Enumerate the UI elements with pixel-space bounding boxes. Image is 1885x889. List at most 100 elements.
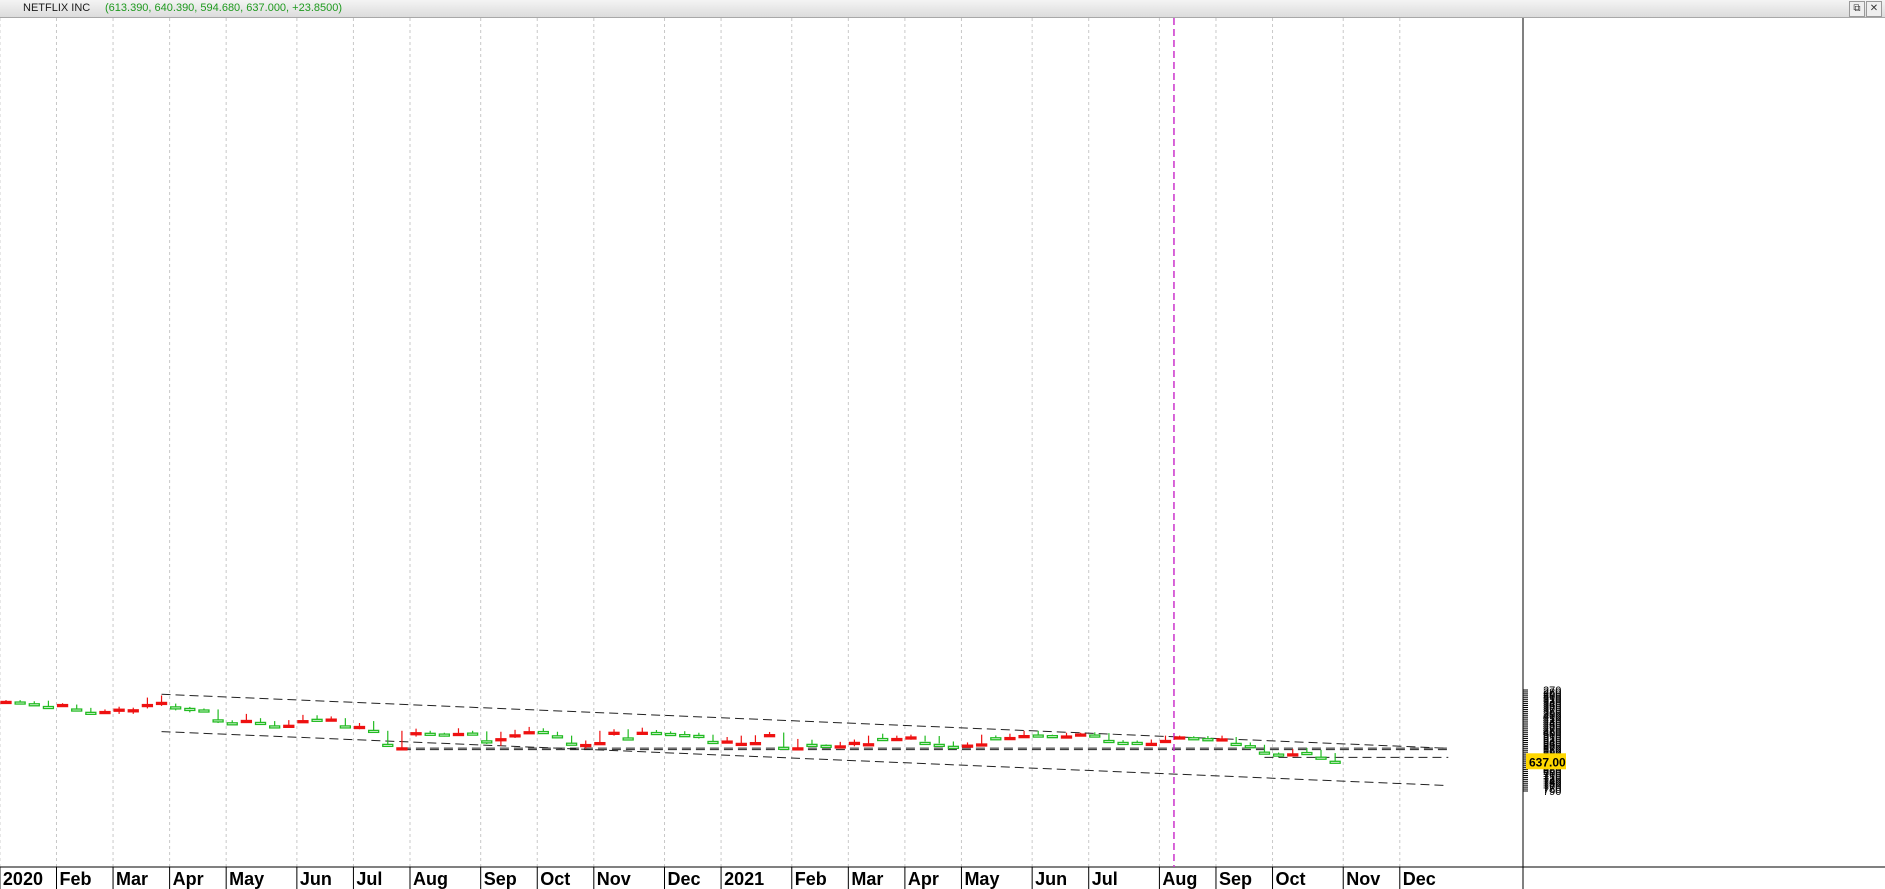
candle-body-down[interactable] — [283, 724, 295, 728]
candle-body-up[interactable] — [269, 725, 281, 729]
candle-body-down[interactable] — [56, 703, 69, 708]
candle-body-down[interactable] — [961, 744, 974, 748]
candle-body-down[interactable] — [580, 743, 592, 748]
candle-body-down[interactable] — [636, 731, 648, 735]
candle-body-down[interactable] — [0, 700, 12, 705]
candle-body-up[interactable] — [1103, 739, 1115, 744]
candle-body-down[interactable] — [1159, 739, 1172, 744]
candle-body-down[interactable] — [410, 732, 422, 736]
candle-body-up[interactable] — [382, 743, 394, 748]
candle-body-up[interactable] — [71, 708, 83, 712]
candle-body-up[interactable] — [367, 729, 380, 734]
candle-body-down[interactable] — [862, 743, 875, 747]
candle-body-down[interactable] — [1287, 753, 1299, 757]
candle-body-down[interactable] — [396, 747, 408, 751]
candle-body-up[interactable] — [693, 734, 705, 739]
candle-body-down[interactable] — [976, 743, 988, 747]
link-icon[interactable]: ⧉ — [1849, 1, 1865, 17]
candle-body-up[interactable] — [1329, 760, 1341, 764]
candle-body-up[interactable] — [212, 719, 224, 723]
candle-body-up[interactable] — [1117, 741, 1129, 746]
candle-body-up[interactable] — [1131, 741, 1143, 746]
candle-body-down[interactable] — [113, 708, 125, 712]
candle-body-down[interactable] — [452, 732, 465, 737]
candle-body-up[interactable] — [1258, 751, 1271, 755]
candle-body-down[interactable] — [891, 737, 903, 742]
candle-body-up[interactable] — [170, 706, 182, 710]
candle-body-down[interactable] — [1173, 736, 1186, 740]
candle-body-up[interactable] — [14, 701, 26, 705]
candle-body-down[interactable] — [749, 741, 762, 746]
x-tick-label: Nov — [1346, 869, 1380, 889]
candle-body-up[interactable] — [551, 735, 564, 739]
candle-body-up[interactable] — [1230, 742, 1242, 747]
candle-body-up[interactable] — [537, 730, 549, 735]
candle-body-down[interactable] — [141, 703, 154, 708]
candle-body-up[interactable] — [778, 746, 790, 750]
candle-body-up[interactable] — [466, 732, 479, 736]
candle-body-up[interactable] — [707, 740, 719, 745]
candle-body-down[interactable] — [155, 701, 168, 706]
candle-body-up[interactable] — [919, 741, 931, 746]
candle-body-up[interactable] — [933, 743, 945, 748]
candle-body-up[interactable] — [226, 722, 238, 726]
candle-body-up[interactable] — [947, 745, 960, 749]
candle-body-up[interactable] — [1301, 751, 1313, 756]
candle-body-up[interactable] — [438, 733, 450, 737]
candle-body-up[interactable] — [424, 732, 436, 736]
candle-body-up[interactable] — [1032, 734, 1044, 738]
candle-body-up[interactable] — [85, 711, 97, 715]
candle-body-down[interactable] — [325, 718, 337, 722]
candle-body-down[interactable] — [1060, 735, 1073, 739]
candle-body-up[interactable] — [820, 744, 832, 749]
candle-body-down[interactable] — [99, 710, 111, 715]
candle-body-down[interactable] — [1216, 738, 1228, 742]
candle-body-down[interactable] — [127, 709, 139, 713]
candle-body-down[interactable] — [1145, 742, 1157, 747]
candle-body-down[interactable] — [905, 736, 917, 740]
candle-body-down[interactable] — [1004, 736, 1016, 741]
candle-body-up[interactable] — [650, 731, 663, 736]
close-icon[interactable]: ✕ — [1866, 1, 1882, 17]
candle-body-up[interactable] — [184, 707, 196, 712]
candle-body-down[interactable] — [594, 741, 606, 746]
candle-body-down[interactable] — [1074, 733, 1087, 737]
candle-body-up[interactable] — [481, 740, 493, 744]
candle-body-down[interactable] — [848, 741, 861, 746]
candle-body-up[interactable] — [664, 732, 677, 737]
candle-body-down[interactable] — [523, 731, 535, 735]
candle-body-up[interactable] — [679, 734, 691, 738]
candle-body-down[interactable] — [353, 725, 366, 730]
candle-body-up[interactable] — [806, 743, 818, 748]
candle-body-down[interactable] — [240, 719, 253, 724]
candle-body-up[interactable] — [28, 703, 40, 707]
candle-body-down[interactable] — [297, 720, 309, 724]
candle-body-up[interactable] — [877, 737, 889, 742]
candle-body-up[interactable] — [1046, 734, 1059, 739]
candle-body-up[interactable] — [254, 721, 267, 726]
candle-body-down[interactable] — [834, 745, 846, 749]
candle-body-up[interactable] — [990, 737, 1002, 741]
candle-body-down[interactable] — [721, 740, 733, 744]
candle-body-up[interactable] — [1272, 753, 1285, 757]
candle-body-up[interactable] — [1188, 737, 1200, 741]
candle-body-up[interactable] — [339, 725, 352, 729]
candle-body-up[interactable] — [1244, 745, 1256, 749]
candle-body-up[interactable] — [1315, 756, 1327, 760]
candle-body-up[interactable] — [198, 709, 210, 713]
candle-body-up[interactable] — [1089, 734, 1101, 738]
candle-body-down[interactable] — [1018, 734, 1030, 739]
candle-body-up[interactable] — [42, 705, 55, 710]
candle-body-up[interactable] — [622, 737, 634, 741]
candle-body-down[interactable] — [735, 742, 747, 747]
candle-body-up[interactable] — [311, 718, 323, 722]
plot-area[interactable] — [0, 18, 1523, 867]
candle-body-down[interactable] — [509, 734, 521, 738]
candlestick-chart[interactable]: 2702802903003103203303403503603703803904… — [0, 18, 1885, 889]
candle-body-down[interactable] — [763, 734, 776, 738]
candle-body-down[interactable] — [495, 738, 507, 742]
candle-body-down[interactable] — [608, 731, 620, 735]
candle-body-up[interactable] — [1202, 738, 1214, 742]
candle-body-up[interactable] — [565, 742, 578, 746]
candle-body-down[interactable] — [792, 747, 804, 751]
